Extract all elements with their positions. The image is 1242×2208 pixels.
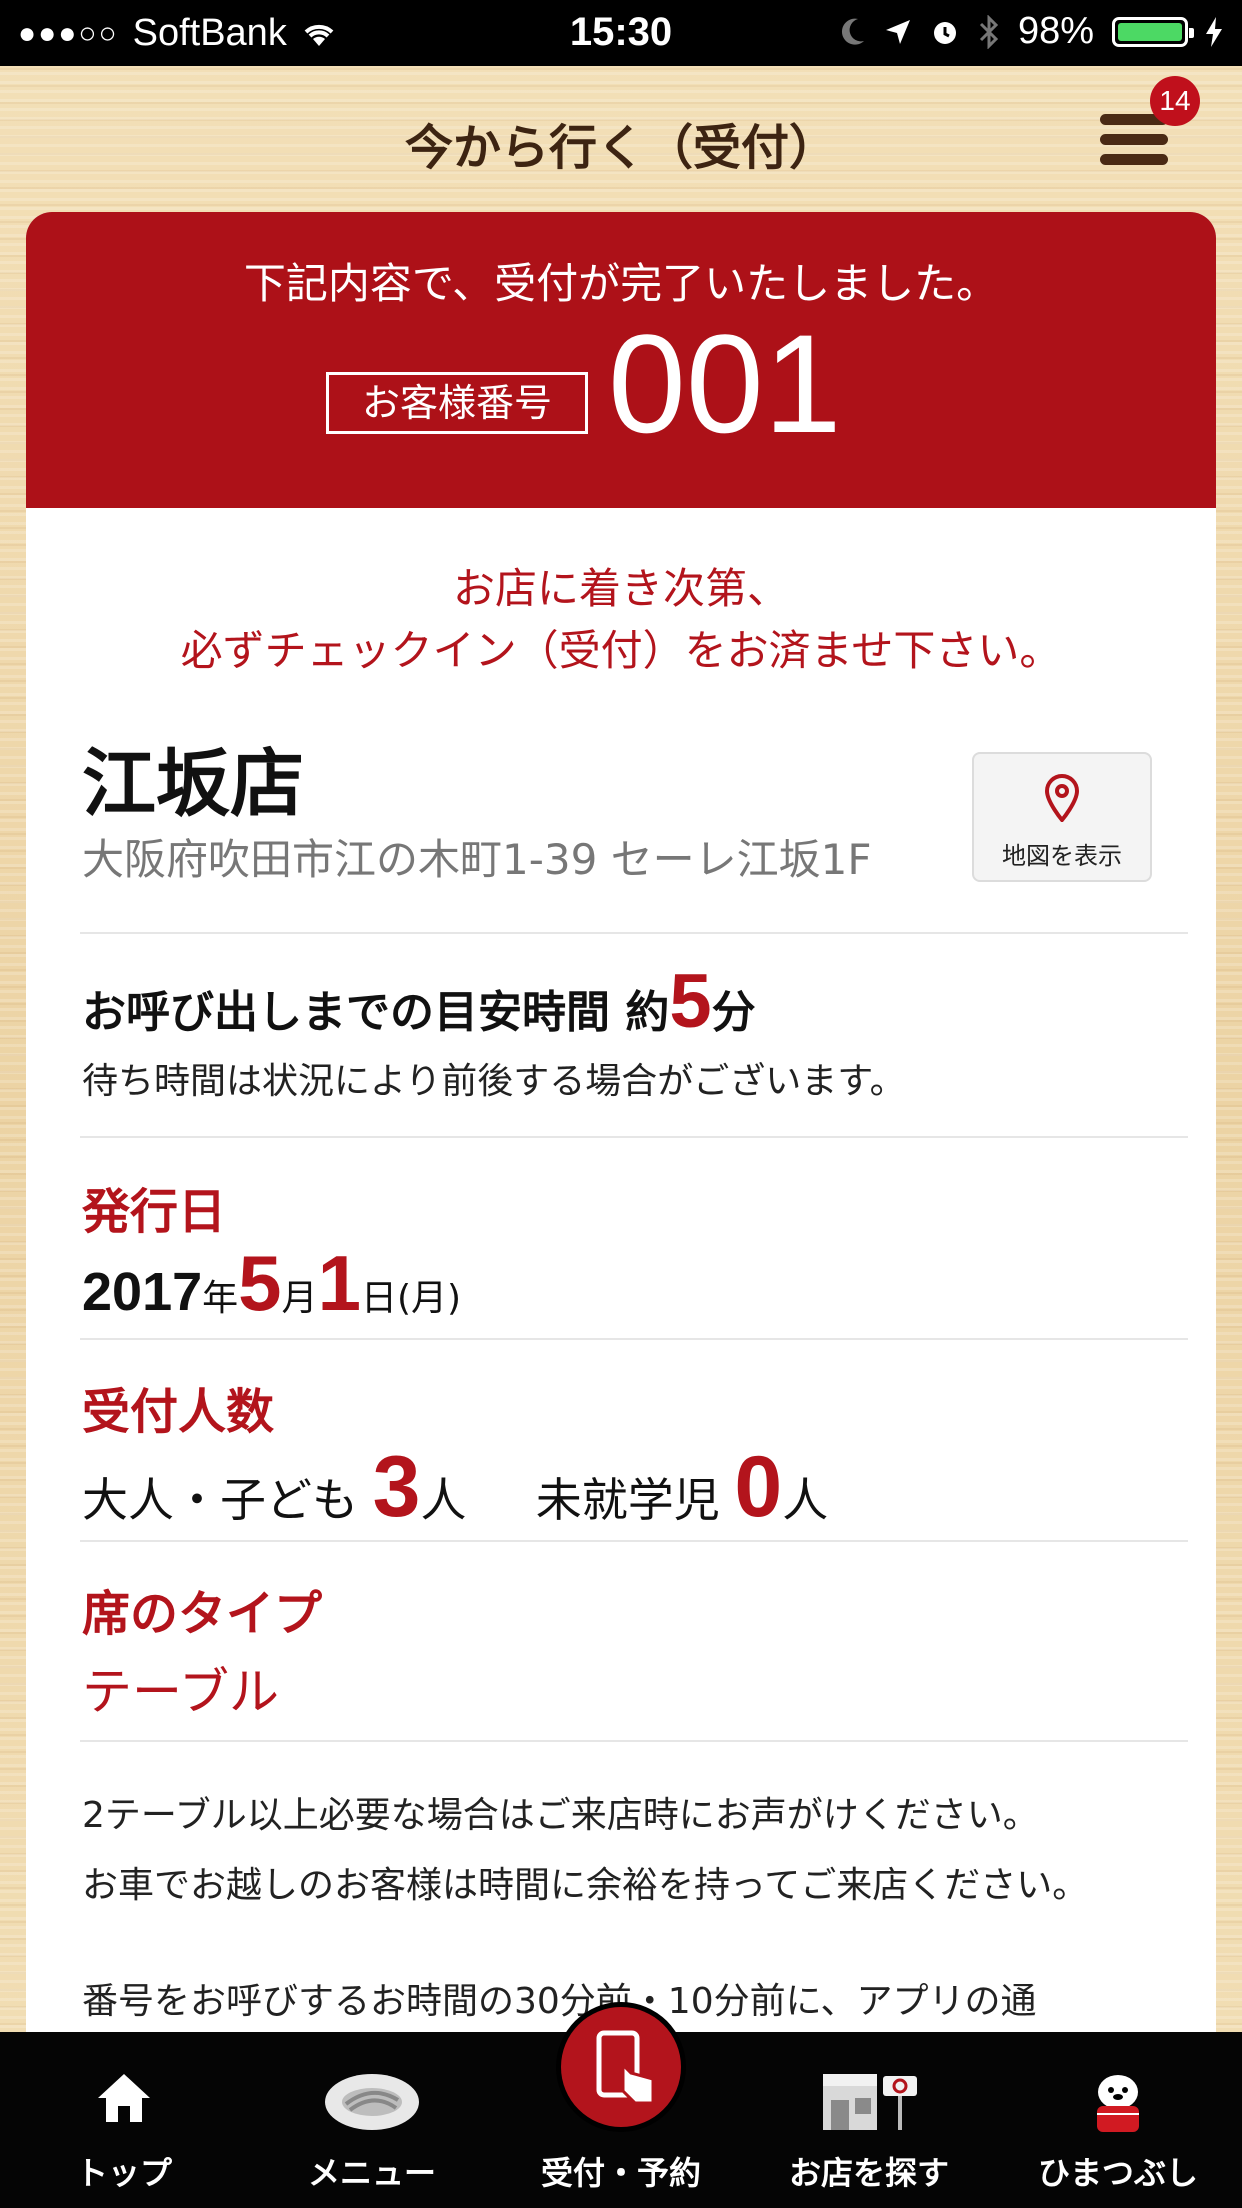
seat-type-title: 席のタイプ — [82, 1586, 323, 1642]
receipt-header: 下記内容で、受付が完了いたしました。 お客様番号 001 — [26, 212, 1216, 508]
party-size: 大人・子ども 3人 未就学児 0人 — [82, 1438, 828, 1537]
divider — [80, 1540, 1188, 1542]
tab-top[interactable]: トップ — [0, 2032, 248, 2208]
divider — [80, 932, 1188, 934]
page-title: 今から行く（受付） — [404, 120, 837, 176]
info-text-1: 2テーブル以上必要な場合はご来店時にお声がけください。 — [82, 1795, 1039, 1836]
tab-label: メニュー — [307, 2154, 436, 2192]
adults-unit: 人 — [420, 1473, 467, 1527]
tab-find-store[interactable]: お店を探す — [745, 2032, 993, 2208]
tab-label: 受付・予約 — [540, 2154, 701, 2192]
tab-label: お店を探す — [788, 2154, 949, 2192]
estimated-wait: お呼び出しまでの目安時間 約5分 — [82, 958, 756, 1045]
status-bar: ●●●○○ SoftBank 15:30 98% — [0, 0, 1242, 66]
tab-label: トップ — [75, 2154, 172, 2192]
issue-day: 1 — [317, 1239, 361, 1327]
phone-tap-icon — [596, 2030, 655, 2105]
wait-minutes: 5 — [669, 959, 712, 1044]
battery-percent: 98% — [1017, 10, 1094, 52]
receipt-card: 下記内容で、受付が完了いたしました。 お客様番号 001 お店に着き次第、 必ず… — [26, 212, 1216, 2032]
location-arrow-icon — [885, 19, 910, 44]
info-text-2: お車でお越しのお客様は時間に余裕を持ってご来店ください。 — [82, 1865, 1089, 1906]
checkin-notice: お店に着き次第、 必ずチェックイン（受付）をお済ませ下さい。 — [26, 558, 1216, 682]
home-icon — [98, 2074, 150, 2122]
issue-date: 2017年5月1日(月) — [82, 1238, 461, 1329]
battery-icon — [1112, 16, 1194, 47]
show-map-button[interactable]: 地図を表示 — [972, 752, 1152, 882]
do-not-disturb-moon-icon — [841, 18, 864, 45]
notice-line-2: 必ずチェックイン（受付）をお済ませ下さい。 — [180, 626, 1062, 675]
wait-unit: 分 — [711, 987, 756, 1038]
sushi-plate-icon — [325, 2074, 419, 2130]
day-unit: 日 — [360, 1278, 397, 1319]
preschool-count: 0 — [734, 1439, 783, 1535]
month-unit: 月 — [281, 1278, 318, 1319]
store-icon — [823, 2074, 917, 2130]
issue-date-title: 発行日 — [82, 1184, 227, 1240]
completion-message: 下記内容で、受付が完了いたしました。 — [243, 259, 999, 308]
divider — [80, 1338, 1188, 1340]
charging-bolt-icon — [1206, 16, 1222, 47]
adults-count: 3 — [372, 1439, 421, 1535]
issue-weekday: (月) — [396, 1278, 462, 1319]
customer-number: 001 — [608, 305, 842, 462]
notification-badge: 14 — [1150, 76, 1200, 126]
customer-number-label: お客様番号 — [326, 372, 588, 434]
tab-menu[interactable]: メニュー — [248, 2032, 496, 2208]
party-size-title: 受付人数 — [82, 1384, 275, 1440]
issue-month: 5 — [238, 1239, 282, 1327]
notice-line-1: お店に着き次第、 — [452, 564, 789, 613]
wait-note: 待ち時間は状況により前後する場合がございます。 — [82, 1061, 906, 1102]
divider — [80, 1136, 1188, 1138]
tab-pastime[interactable]: ひまつぶし — [994, 2032, 1242, 2208]
bluetooth-icon — [979, 14, 999, 49]
preschool-label: 未就学児 — [535, 1473, 720, 1527]
seat-type: テーブル — [82, 1663, 279, 1721]
tab-label: ひまつぶし — [1037, 2154, 1198, 2192]
mascot-icon — [1097, 2075, 1139, 2132]
adults-label: 大人・子ども — [82, 1473, 358, 1527]
store-name: 江坂店 — [82, 741, 304, 827]
preschool-unit: 人 — [782, 1473, 829, 1527]
divider — [80, 1740, 1188, 1742]
year-unit: 年 — [202, 1278, 239, 1319]
store-address: 大阪府吹田市江の木町1-39 セーレ江坂1F — [82, 835, 872, 884]
reservation-tab-bubble[interactable] — [556, 2002, 686, 2132]
map-pin-icon — [1044, 774, 1080, 822]
wait-label: お呼び出しまでの目安時間 約 — [82, 987, 670, 1038]
alarm-icon — [933, 21, 956, 44]
issue-year: 2017 — [82, 1262, 203, 1322]
show-map-label: 地図を表示 — [1002, 842, 1122, 870]
